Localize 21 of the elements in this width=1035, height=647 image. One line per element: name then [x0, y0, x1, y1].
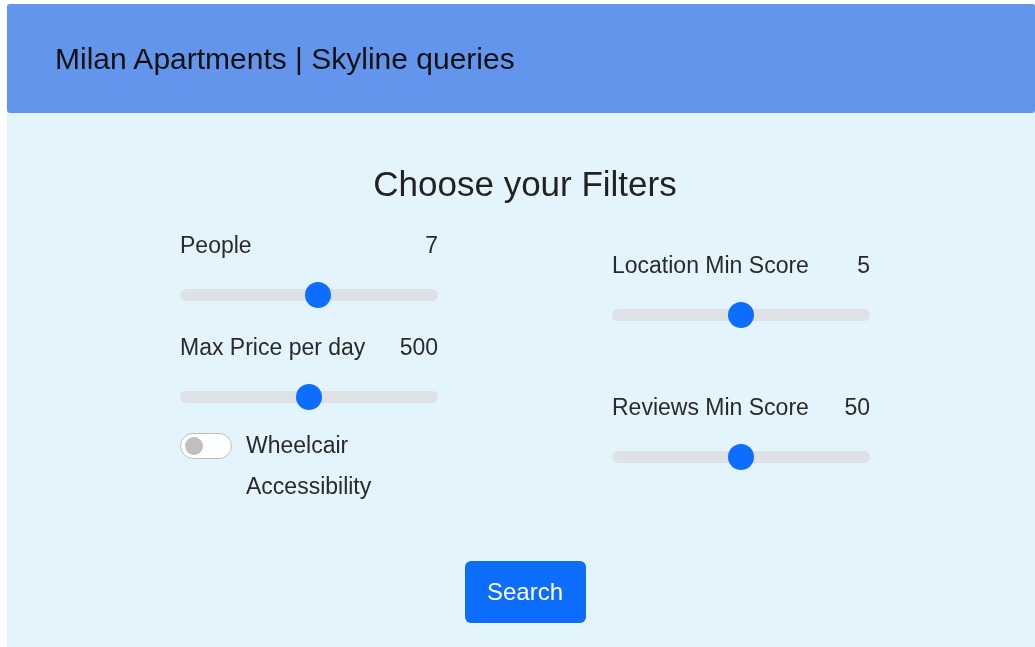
section-heading: Choose your Filters [373, 163, 677, 205]
slider-label: Max Price per day [180, 333, 366, 362]
search-button[interactable]: Search [464, 561, 586, 623]
range-slider[interactable] [612, 302, 870, 328]
slider-value: 50 [844, 393, 870, 422]
slider-thumb[interactable] [728, 302, 754, 328]
slider-label: Reviews Min Score [612, 393, 809, 422]
slider-value: 500 [399, 333, 438, 362]
range-slider[interactable] [180, 384, 438, 410]
slider-thumb[interactable] [296, 384, 322, 410]
slider-thumb[interactable] [728, 444, 754, 470]
slider-label: Location Min Score [612, 251, 809, 280]
slider-thumb[interactable] [305, 282, 332, 308]
slider-label: People [180, 231, 252, 260]
toggle-switch[interactable] [180, 433, 232, 459]
slider-value: 5 [857, 251, 870, 280]
range-slider[interactable] [612, 444, 870, 470]
range-slider[interactable] [180, 282, 438, 308]
toggle-label: Wheelcair Accessibility [246, 431, 373, 501]
app-title: Milan Apartments | Skyline queries [55, 41, 515, 76]
slider-value: 7 [425, 231, 438, 260]
